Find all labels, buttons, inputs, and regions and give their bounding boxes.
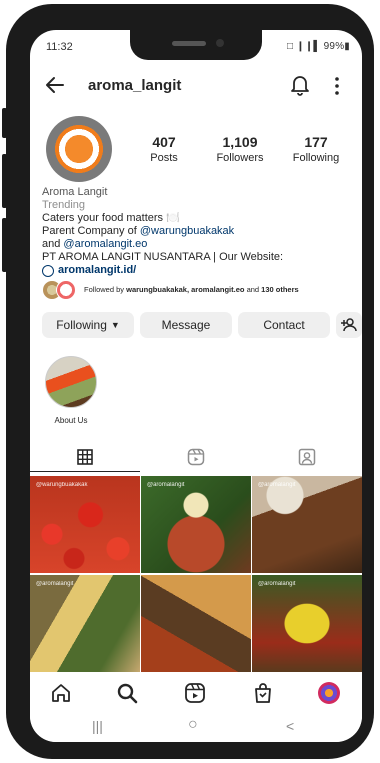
speaker-grille [172,41,206,46]
highlight-cover [45,356,97,408]
phone-frame: 11:32 □ ❙❙▌ 99%▮ aroma_langit 407 Posts … [2,4,374,759]
link-icon [42,264,54,277]
phone-side-button [2,218,7,272]
nav-reels[interactable] [182,680,208,706]
following-button-label: Following [56,318,107,332]
nav-shop[interactable] [250,680,276,706]
profile-avatar[interactable] [46,116,112,182]
search-icon [117,683,138,704]
profile-bio: Aroma Langit Trending Caters your food m… [42,186,342,277]
bio-line: PT AROMA LANGIT NUSANTARA | Our Website: [42,251,284,263]
profile-category: Trending [42,199,86,211]
follower-avatar [56,280,76,300]
tab-reels[interactable] [141,442,251,472]
stat-label: Followers [216,152,264,164]
message-button[interactable]: Message [140,312,232,338]
bio-line: Caters your food matters 🍽️ [42,212,180,224]
stat-posts[interactable]: 407 Posts [126,134,202,164]
bio-line: Parent Company of @warungbuakakak [42,225,342,238]
system-back-button[interactable]: < [286,718,294,734]
post-watermark: @aromalangit [147,482,185,488]
front-camera [216,39,224,47]
message-button-label: Message [161,318,211,332]
nav-home[interactable] [48,680,74,706]
post-thumbnail[interactable]: @aromalangit [30,575,140,672]
camera-notch [130,30,262,60]
stat-value: 177 [304,134,328,150]
followed-by-names: warungbuakakak, aromalangit.eo [126,285,245,294]
display-name: Aroma Langit [42,186,108,198]
bell-icon[interactable] [290,74,310,96]
post-watermark: @aromalangit [36,581,74,587]
followed-by[interactable]: Followed by warungbuakakak, aromalangit.… [42,280,352,302]
followed-by-suffix: and [244,285,262,294]
tagged-icon [298,448,316,466]
followed-by-text: Followed by warungbuakakak, aromalangit.… [84,285,299,294]
nav-profile[interactable] [316,680,342,706]
add-user-button[interactable] [336,312,362,338]
bio-text: and [42,238,64,250]
mention-link[interactable]: @aromalangit.eo [63,238,147,250]
bio-line: and @aromalangit.eo [42,238,342,251]
bottom-nav [30,672,362,714]
add-user-icon [341,318,357,332]
tab-tagged[interactable] [252,442,362,472]
contact-button-label: Contact [263,318,305,332]
phone-side-button [2,108,7,138]
reels-icon [187,448,205,466]
profile-avatar-small [318,682,340,704]
bio-text: Parent Company of [42,225,140,237]
home-icon [52,684,70,702]
stat-value: 1,109 [222,134,258,150]
post-watermark: @aromalangit [258,581,296,587]
following-button[interactable]: Following ▼ [42,312,134,338]
stat-followers[interactable]: 1,109 Followers [202,134,278,164]
reels-icon [185,683,205,703]
post-watermark: @warungbuakakak [36,482,88,488]
website-link[interactable]: aromalangit.id/ [42,264,342,277]
profile-stats: 407 Posts 1,109 Followers 177 Following [126,134,354,170]
system-nav-bar: ||| ○ < [30,714,362,742]
nav-search[interactable] [114,680,140,706]
stat-label: Posts [150,152,178,164]
story-highlight[interactable]: About Us [42,356,100,425]
more-vertical-icon[interactable] [334,76,340,96]
post-thumbnail[interactable]: @aromalangit [252,575,362,672]
grid-icon [77,448,93,465]
tab-posts[interactable] [30,442,140,472]
home-button[interactable]: ○ [188,716,198,734]
profile-actions: Following ▼ Message Contact [42,312,362,338]
followed-by-count: 130 others [261,285,299,294]
top-bar: aroma_langit [30,68,362,102]
post-thumbnail[interactable] [141,575,251,672]
stat-label: Following [292,152,340,164]
profile-tabs [30,442,362,472]
post-thumbnail[interactable]: @aromalangit [141,476,251,573]
post-watermark: @aromalangit [258,482,296,488]
followed-by-prefix: Followed by [84,285,127,294]
status-indicators: □ ❙❙▌ 99%▮ [287,41,350,52]
post-thumbnail[interactable]: @aromalangit [252,476,362,573]
shop-icon [255,683,271,703]
stat-following[interactable]: 177 Following [278,134,354,164]
highlight-label: About Us [54,416,88,425]
phone-side-button [2,154,7,208]
post-thumbnail[interactable]: @warungbuakakak [30,476,140,573]
back-arrow-icon[interactable] [44,74,66,96]
profile-username: aroma_langit [88,77,182,94]
chevron-down-icon: ▼ [110,320,120,330]
website-link-text[interactable]: aromalangit.id/ [58,264,136,277]
status-time: 11:32 [46,41,73,53]
screen: 11:32 □ ❙❙▌ 99%▮ aroma_langit 407 Posts … [30,30,362,742]
mention-link[interactable]: @warungbuakakak [140,225,234,237]
posts-grid: @warungbuakakak @aromalangit @aromalangi… [30,476,362,672]
contact-button[interactable]: Contact [238,312,330,338]
stat-value: 407 [152,134,176,150]
recents-button[interactable]: ||| [92,718,103,734]
